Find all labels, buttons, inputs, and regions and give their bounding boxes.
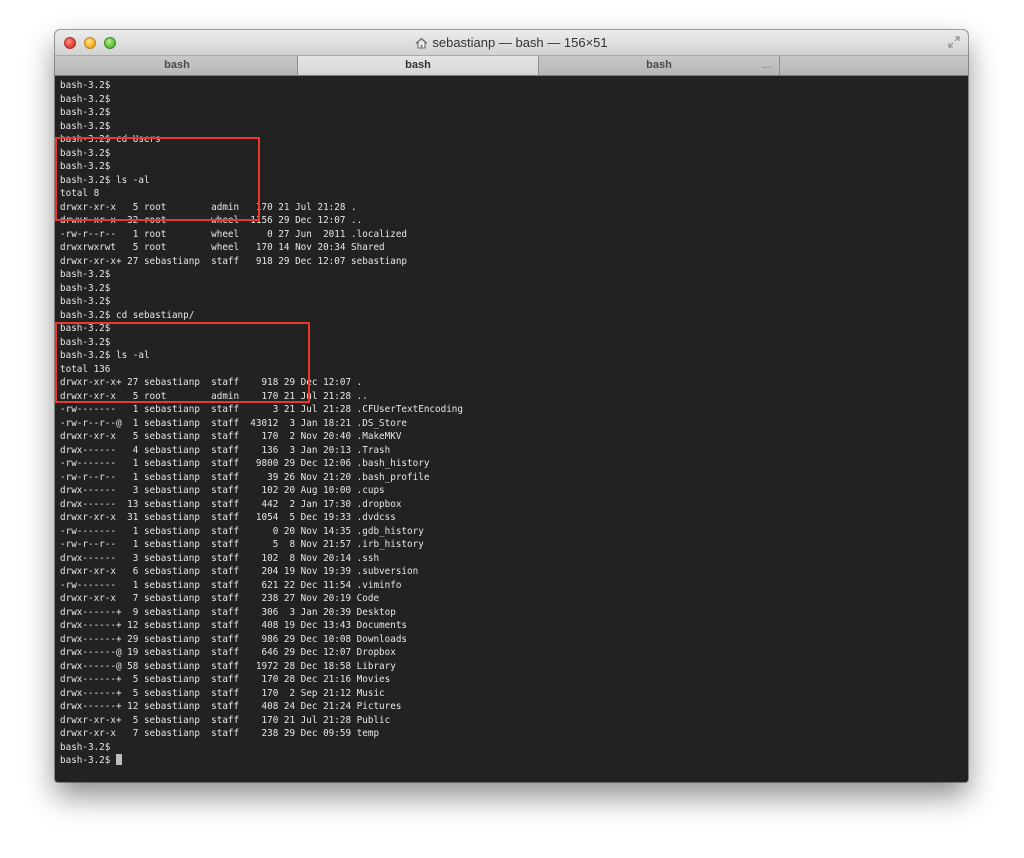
fullscreen-icon[interactable] xyxy=(948,36,960,48)
terminal-line: bash-3.2$ xyxy=(60,93,110,107)
terminal-line: drwxr-xr-x 7 sebastianp staff 238 27 Nov… xyxy=(60,592,379,606)
terminal-line-text: drwxr-xr-x 6 sebastianp staff 204 19 Nov… xyxy=(60,566,419,577)
terminal-line: -rw------- 1 sebastianp staff 0 20 Nov 1… xyxy=(60,525,424,539)
terminal-line-text: bash-3.2$ xyxy=(60,120,111,132)
tab-label: bash xyxy=(405,59,431,71)
terminal-line: bash-3.2$ xyxy=(60,120,110,134)
terminal-line: drwx------ 3 sebastianp staff 102 20 Aug… xyxy=(60,484,385,498)
terminal-line: drwxr-xr-x 7 sebastianp staff 238 29 Dec… xyxy=(60,727,379,741)
terminal-line: drwxr-xr-x+ 27 sebastianp staff 918 29 D… xyxy=(60,255,407,269)
terminal-line: drwxr-xr-x 5 sebastianp staff 170 2 Nov … xyxy=(60,430,401,444)
terminal-line: drwxr-xr-x+ 5 sebastianp staff 170 21 Ju… xyxy=(60,714,390,728)
terminal-line: drwx------+ 9 sebastianp staff 306 3 Jan… xyxy=(60,606,396,620)
terminal-line: bash-3.2$ cd sebastianp/ xyxy=(60,309,194,323)
terminal-line-text: -rw------- 1 sebastianp staff 3 21 Jul 2… xyxy=(60,404,463,415)
terminal-line: drwx------ 4 sebastianp staff 136 3 Jan … xyxy=(60,444,390,458)
terminal-line: drwx------+ 29 sebastianp staff 986 29 D… xyxy=(60,633,407,647)
terminal-line: bash-3.2$ xyxy=(60,79,110,93)
terminal-line-text: drwx------+ 12 sebastianp staff 408 19 D… xyxy=(60,620,408,631)
home-icon xyxy=(415,37,428,49)
terminal-line: drwx------@ 19 sebastianp staff 646 29 D… xyxy=(60,646,396,660)
terminal-line-text: bash-3.2$ xyxy=(60,755,116,766)
terminal-line: drwxr-xr-x 6 sebastianp staff 204 19 Nov… xyxy=(60,565,418,579)
terminal-line-text: -rw------- 1 sebastianp staff 0 20 Nov 1… xyxy=(60,525,424,537)
terminal-line: drwx------+ 12 sebastianp staff 408 24 D… xyxy=(60,700,401,714)
terminal-line-text: drwx------+ 9 sebastianp staff 306 3 Jan… xyxy=(60,606,396,618)
terminal-line-text: drwx------+ 5 sebastianp staff 170 2 Sep… xyxy=(60,687,385,699)
terminal-line: -rw-r--r-- 1 sebastianp staff 39 26 Nov … xyxy=(60,471,429,485)
tab-bar: bash bash bash... xyxy=(55,56,968,76)
terminal-line-text: drwxrwxrwt 5 root wheel 170 14 Nov 20:34… xyxy=(60,242,385,253)
terminal-line-text: bash-3.2$ xyxy=(60,107,111,118)
terminal-line-text: -rw-r--r-- 1 root wheel 0 27 Jun 2011 .l… xyxy=(60,228,408,240)
terminal-line: drwxr-xr-x 31 sebastianp staff 1054 5 De… xyxy=(60,511,396,525)
terminal-line: drwxrwxrwt 5 root wheel 170 14 Nov 20:34… xyxy=(60,241,385,255)
terminal-line: -rw-r--r-- 1 root wheel 0 27 Jun 2011 .l… xyxy=(60,228,407,242)
highlight-box-cd-users xyxy=(55,137,260,221)
terminal-line: -rw------- 1 sebastianp staff 3 21 Jul 2… xyxy=(60,403,463,417)
terminal-line: drwx------@ 58 sebastianp staff 1972 28 … xyxy=(60,660,396,674)
terminal-line-text: -rw------- 1 sebastianp staff 9800 29 De… xyxy=(60,458,430,469)
terminal-line-text: -rw-r--r--@ 1 sebastianp staff 43012 3 J… xyxy=(60,417,408,429)
tab-bash-1[interactable]: bash xyxy=(57,56,298,75)
terminal-line-text: drwx------ 4 sebastianp staff 136 3 Jan … xyxy=(60,444,391,456)
terminal-line: drwx------+ 5 sebastianp staff 170 28 De… xyxy=(60,673,390,687)
terminal-line: bash-3.2$ xyxy=(60,741,110,755)
tab-bash-3[interactable]: bash... xyxy=(539,56,780,75)
terminal-line: -rw------- 1 sebastianp staff 9800 29 De… xyxy=(60,457,429,471)
terminal-line-text: drwx------+ 5 sebastianp staff 170 28 De… xyxy=(60,674,391,685)
terminal-line-text: bash-3.2$ cd sebastianp/ xyxy=(60,309,195,321)
text-cursor xyxy=(115,754,122,765)
terminal-line-text: -rw-r--r-- 1 sebastianp staff 5 8 Nov 21… xyxy=(60,539,424,550)
terminal-line: bash-3.2$ xyxy=(60,268,110,282)
terminal-line-text: drwxr-xr-x 7 sebastianp staff 238 27 Nov… xyxy=(60,593,380,604)
terminal-line-text: drwxr-xr-x 7 sebastianp staff 238 29 Dec… xyxy=(60,728,380,739)
highlight-box-cd-sebastianp xyxy=(55,322,310,403)
terminal-line-text: -rw------- 1 sebastianp staff 621 22 Dec… xyxy=(60,579,402,591)
terminal-output[interactable]: bash-3.2$ bash-3.2$ drwxr-xr-x 7 sebastia… xyxy=(55,76,968,782)
terminal-line: drwx------+ 5 sebastianp staff 170 2 Sep… xyxy=(60,687,385,701)
terminal-line-text: drwxr-xr-x+ 27 sebastianp staff 918 29 D… xyxy=(60,255,408,267)
tab-bash-2[interactable]: bash xyxy=(297,56,539,75)
terminal-line-text: drwx------ 3 sebastianp staff 102 8 Nov … xyxy=(60,552,380,564)
terminal-line-text: bash-3.2$ xyxy=(60,282,111,294)
terminal-line: bash-3.2$ xyxy=(60,295,110,309)
terminal-line-text: drwx------@ 19 sebastianp staff 646 29 D… xyxy=(60,647,396,658)
terminal-line-text: drwxr-xr-x 31 sebastianp staff 1054 5 De… xyxy=(60,512,396,523)
tab-label: bash xyxy=(164,59,190,71)
title-bar[interactable]: sebastianp — bash — 156×51 xyxy=(55,30,968,56)
terminal-line: -rw------- 1 sebastianp staff 621 22 Dec… xyxy=(60,579,401,593)
terminal-line: drwx------ 3 sebastianp staff 102 8 Nov … xyxy=(60,552,379,566)
terminal-line-text: bash-3.2$ xyxy=(60,93,111,105)
tab-overflow-indicator: ... xyxy=(761,59,771,71)
terminal-line: -rw-r--r--@ 1 sebastianp staff 43012 3 J… xyxy=(60,417,407,431)
terminal-window: sebastianp — bash — 156×51 bash bash bas… xyxy=(55,30,968,782)
terminal-line: bash-3.2$ xyxy=(60,106,110,120)
terminal-line-text: drwx------@ 58 sebastianp staff 1972 28 … xyxy=(60,660,396,672)
terminal-line-text: bash-3.2$ xyxy=(60,269,111,280)
window-title-container: sebastianp — bash — 156×51 xyxy=(55,30,968,56)
terminal-line-text: drwxr-xr-x+ 5 sebastianp staff 170 21 Ju… xyxy=(60,714,391,726)
terminal-line: bash-3.2$ xyxy=(60,754,122,768)
terminal-line-text: bash-3.2$ xyxy=(60,296,111,307)
terminal-line-text: drwx------ 13 sebastianp staff 442 2 Jan… xyxy=(60,498,402,510)
terminal-line-text: drwxr-xr-x 5 sebastianp staff 170 2 Nov … xyxy=(60,431,402,442)
window-title: sebastianp — bash — 156×51 xyxy=(432,35,608,50)
terminal-line-text: drwx------+ 12 sebastianp staff 408 24 D… xyxy=(60,701,402,712)
terminal-line-text: drwx------+ 29 sebastianp staff 986 29 D… xyxy=(60,633,408,645)
terminal-line: drwx------+ 12 sebastianp staff 408 19 D… xyxy=(60,619,407,633)
terminal-line-text: -rw-r--r-- 1 sebastianp staff 39 26 Nov … xyxy=(60,471,430,483)
terminal-line: -rw-r--r-- 1 sebastianp staff 5 8 Nov 21… xyxy=(60,538,424,552)
tab-label: bash xyxy=(646,59,672,71)
terminal-line: bash-3.2$ xyxy=(60,282,110,296)
terminal-line-text: bash-3.2$ xyxy=(60,741,111,753)
terminal-line-text: drwx------ 3 sebastianp staff 102 20 Aug… xyxy=(60,485,385,496)
terminal-line-text: bash-3.2$ xyxy=(60,80,111,91)
terminal-line: drwx------ 13 sebastianp staff 442 2 Jan… xyxy=(60,498,401,512)
